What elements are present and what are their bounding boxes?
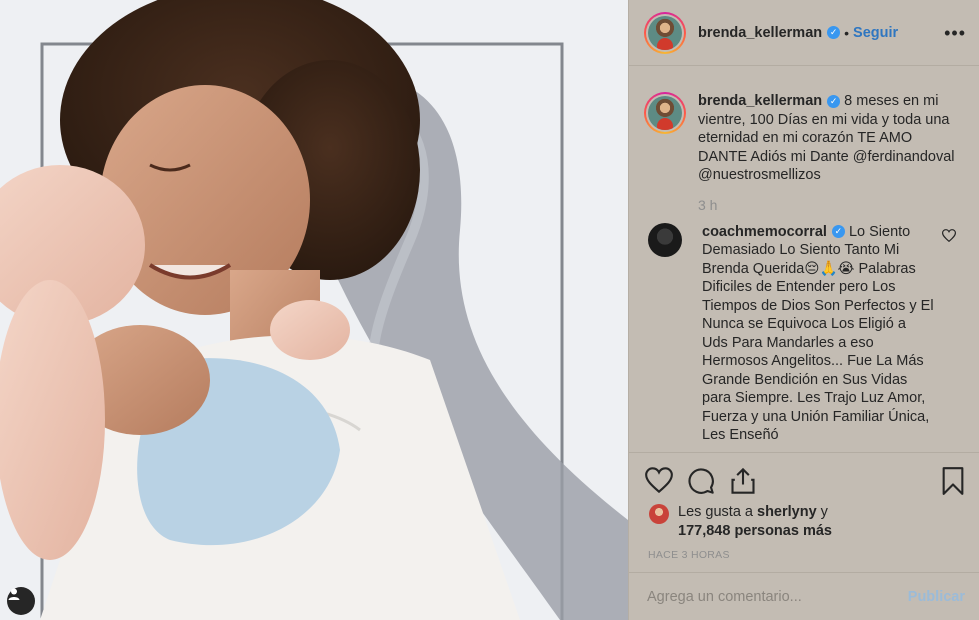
photo-image xyxy=(0,0,628,620)
comment-input[interactable] xyxy=(647,588,887,605)
verified-badge-icon: ✓ xyxy=(831,225,845,239)
liker-avatar xyxy=(649,504,669,524)
caption-avatar[interactable] xyxy=(644,92,686,134)
liker-username[interactable]: sherlyny xyxy=(757,504,817,520)
likes-count[interactable]: 177,848 personas más xyxy=(678,523,832,539)
avatar-image xyxy=(648,96,682,130)
follow-button[interactable]: Seguir xyxy=(853,25,898,41)
likes-middle: y xyxy=(816,504,828,520)
person-icon xyxy=(8,588,20,600)
avatar-image xyxy=(648,15,682,50)
separator-dot: • xyxy=(844,24,850,41)
bookmark-icon[interactable] xyxy=(941,467,965,495)
caption-time[interactable]: 3 h xyxy=(698,197,968,213)
avatar[interactable] xyxy=(644,11,686,54)
caption-username[interactable]: brenda_kellerman xyxy=(698,93,822,109)
likes-summary[interactable]: Les gusta a sherlyny y 177,848 personas … xyxy=(649,503,832,541)
more-options-icon[interactable]: ••• xyxy=(944,24,966,42)
share-icon[interactable] xyxy=(729,467,757,495)
likes-prefix: Les gusta a xyxy=(678,504,757,520)
verified-badge-icon: ✓ xyxy=(827,94,841,108)
caption: brenda_kellerman ✓ 8 meses en mi vientre,… xyxy=(644,92,968,185)
comment-text: Lo Siento Demasiado Lo Siento Tanto Mi B… xyxy=(702,223,934,444)
user-tag-icon[interactable] xyxy=(7,587,35,615)
verified-badge-icon: ✓ xyxy=(827,26,841,39)
comment-bubble-icon[interactable] xyxy=(687,467,715,495)
post-header: brenda_kellerman ✓ • Seguir ••• xyxy=(629,0,979,66)
publish-button[interactable]: Publicar xyxy=(908,589,965,605)
add-comment-bar: Publicar xyxy=(629,572,979,620)
post-actions: Les gusta a sherlyny y 177,848 personas … xyxy=(629,452,979,572)
post-photo[interactable] xyxy=(0,0,628,620)
comment-like-heart-icon[interactable] xyxy=(942,228,956,242)
post-side-panel: brenda_kellerman ✓ • Seguir ••• brenda_k… xyxy=(628,0,979,620)
post-timestamp[interactable]: HACE 3 HORAS xyxy=(648,549,730,561)
comment: coachmemocorral ✓ Lo Siento Demasiado Lo … xyxy=(644,222,968,445)
like-heart-icon[interactable] xyxy=(645,467,673,493)
comments-list[interactable]: brenda_kellerman ✓ 8 meses en mi vientre,… xyxy=(629,66,979,452)
comment-username[interactable]: coachmemocorral xyxy=(702,224,827,240)
header-username[interactable]: brenda_kellerman xyxy=(698,25,822,41)
comment-avatar[interactable] xyxy=(648,222,682,257)
